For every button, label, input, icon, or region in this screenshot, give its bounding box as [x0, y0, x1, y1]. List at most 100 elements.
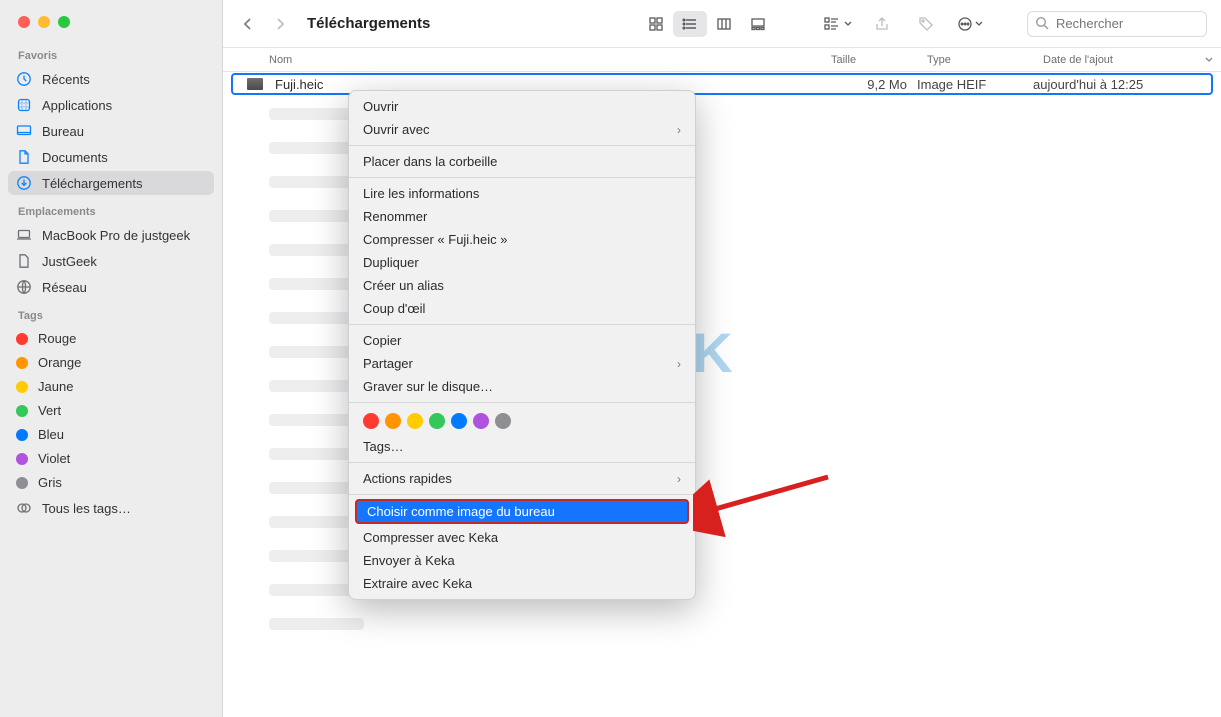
close-window-button[interactable]: [18, 16, 30, 28]
sidebar-item-label: Rouge: [38, 331, 76, 346]
sidebar-item-documents[interactable]: Documents: [8, 145, 214, 169]
sidebar-section-tags-title: Tags: [0, 300, 222, 326]
search-field[interactable]: [1027, 11, 1207, 37]
tag-color-dot[interactable]: [495, 413, 511, 429]
list-header: Nom Taille Type Date de l'ajout: [223, 48, 1221, 72]
back-button[interactable]: [237, 13, 259, 35]
window-controls: [0, 0, 222, 40]
sidebar-item-label: Applications: [42, 98, 112, 113]
file-thumbnail-icon: [247, 78, 263, 90]
sidebar-section-locations-title: Emplacements: [0, 196, 222, 222]
context-menu-item[interactable]: Copier: [349, 329, 695, 352]
sidebar-item-all-tags[interactable]: Tous les tags…: [8, 496, 214, 520]
app-icon: [16, 97, 32, 113]
context-menu-item[interactable]: Compresser avec Keka: [349, 526, 695, 549]
tag-dot-icon: [16, 333, 28, 345]
sidebar-tag-item[interactable]: Violet: [8, 447, 214, 470]
sidebar-item-label: Bureau: [42, 124, 84, 139]
sidebar-item-label: Bleu: [38, 427, 64, 442]
col-size-header[interactable]: Taille: [831, 54, 927, 66]
sidebar-item-desktop[interactable]: Bureau: [8, 119, 214, 143]
sidebar: Favoris Récents Applications Bureau Docu…: [0, 0, 223, 717]
col-kind-header[interactable]: Type: [927, 54, 1043, 66]
sidebar-tag-item[interactable]: Jaune: [8, 375, 214, 398]
forward-button[interactable]: [269, 13, 291, 35]
sidebar-item-label: Récents: [42, 72, 90, 87]
chevron-right-icon: ›: [677, 357, 681, 371]
window-title: Téléchargements: [307, 15, 430, 32]
context-menu-item[interactable]: Coup d'œil: [349, 297, 695, 320]
chevron-right-icon: ›: [677, 472, 681, 486]
sidebar-item-label: JustGeek: [42, 254, 97, 269]
view-list-button[interactable]: [673, 11, 707, 37]
context-menu-item[interactable]: Ouvrir: [349, 95, 695, 118]
group-button[interactable]: [821, 11, 855, 37]
tag-color-dot[interactable]: [407, 413, 423, 429]
tag-color-dot[interactable]: [385, 413, 401, 429]
sidebar-tag-item[interactable]: Orange: [8, 351, 214, 374]
search-icon: [1035, 16, 1049, 35]
context-menu-quick-actions[interactable]: Actions rapides›: [349, 467, 695, 490]
action-button[interactable]: [953, 11, 987, 37]
context-menu-item[interactable]: Extraire avec Keka: [349, 572, 695, 595]
sidebar-tag-item[interactable]: Bleu: [8, 423, 214, 446]
sidebar-item-justgeek[interactable]: JustGeek: [8, 249, 214, 273]
sidebar-item-downloads[interactable]: Téléchargements: [8, 171, 214, 195]
context-menu-item[interactable]: Lire les informations: [349, 182, 695, 205]
share-button[interactable]: [865, 11, 899, 37]
col-date-header[interactable]: Date de l'ajout: [1043, 54, 1221, 66]
context-menu-item[interactable]: Placer dans la corbeille: [349, 150, 695, 173]
context-menu-item[interactable]: Renommer: [349, 205, 695, 228]
globe-icon: [16, 279, 32, 295]
search-input[interactable]: [1027, 11, 1207, 37]
maximize-window-button[interactable]: [58, 16, 70, 28]
sidebar-item-label: Vert: [38, 403, 61, 418]
tag-color-dot[interactable]: [473, 413, 489, 429]
download-icon: [16, 175, 32, 191]
file-name: Fuji.heic: [275, 77, 323, 92]
sidebar-tag-item[interactable]: Gris: [8, 471, 214, 494]
context-menu-item[interactable]: Partager›: [349, 352, 695, 375]
tag-dot-icon: [16, 405, 28, 417]
tag-dot-icon: [16, 381, 28, 393]
tag-color-dot[interactable]: [363, 413, 379, 429]
context-menu-item[interactable]: Compresser « Fuji.heic »: [349, 228, 695, 251]
context-menu-set-desktop-picture[interactable]: Choisir comme image du bureau: [355, 499, 689, 524]
context-menu-tag-colors: [349, 407, 695, 435]
context-menu-tags[interactable]: Tags…: [349, 435, 695, 458]
toolbar: Téléchargements: [223, 0, 1221, 48]
context-menu-item[interactable]: Ouvrir avec›: [349, 118, 695, 141]
clock-icon: [16, 71, 32, 87]
tag-dot-icon: [16, 357, 28, 369]
view-gallery-button[interactable]: [741, 11, 775, 37]
sidebar-item-label: Gris: [38, 475, 62, 490]
tag-button[interactable]: [909, 11, 943, 37]
view-columns-button[interactable]: [707, 11, 741, 37]
sidebar-item-label: Violet: [38, 451, 70, 466]
sidebar-item-network[interactable]: Réseau: [8, 275, 214, 299]
view-mode-group: [639, 11, 775, 37]
sidebar-item-label: Orange: [38, 355, 81, 370]
sidebar-item-macbook[interactable]: MacBook Pro de justgeek: [8, 223, 214, 247]
sidebar-item-recents[interactable]: Récents: [8, 67, 214, 91]
tags-icon: [16, 500, 32, 516]
sidebar-tag-item[interactable]: Vert: [8, 399, 214, 422]
col-name-header[interactable]: Nom: [269, 54, 831, 66]
context-menu-item[interactable]: Envoyer à Keka: [349, 549, 695, 572]
sidebar-item-label: Réseau: [42, 280, 87, 295]
view-grid-button[interactable]: [639, 11, 673, 37]
sidebar-tag-item[interactable]: Rouge: [8, 327, 214, 350]
laptop-icon: [16, 227, 32, 243]
tag-dot-icon: [16, 453, 28, 465]
context-menu-item[interactable]: Dupliquer: [349, 251, 695, 274]
tag-color-dot[interactable]: [451, 413, 467, 429]
tag-color-dot[interactable]: [429, 413, 445, 429]
context-menu-item[interactable]: Créer un alias: [349, 274, 695, 297]
sidebar-item-label: Jaune: [38, 379, 73, 394]
sidebar-item-applications[interactable]: Applications: [8, 93, 214, 117]
file-kind: Image HEIF: [917, 77, 1033, 92]
tag-dot-icon: [16, 429, 28, 441]
minimize-window-button[interactable]: [38, 16, 50, 28]
desktop-icon: [16, 123, 32, 139]
context-menu-item[interactable]: Graver sur le disque…: [349, 375, 695, 398]
